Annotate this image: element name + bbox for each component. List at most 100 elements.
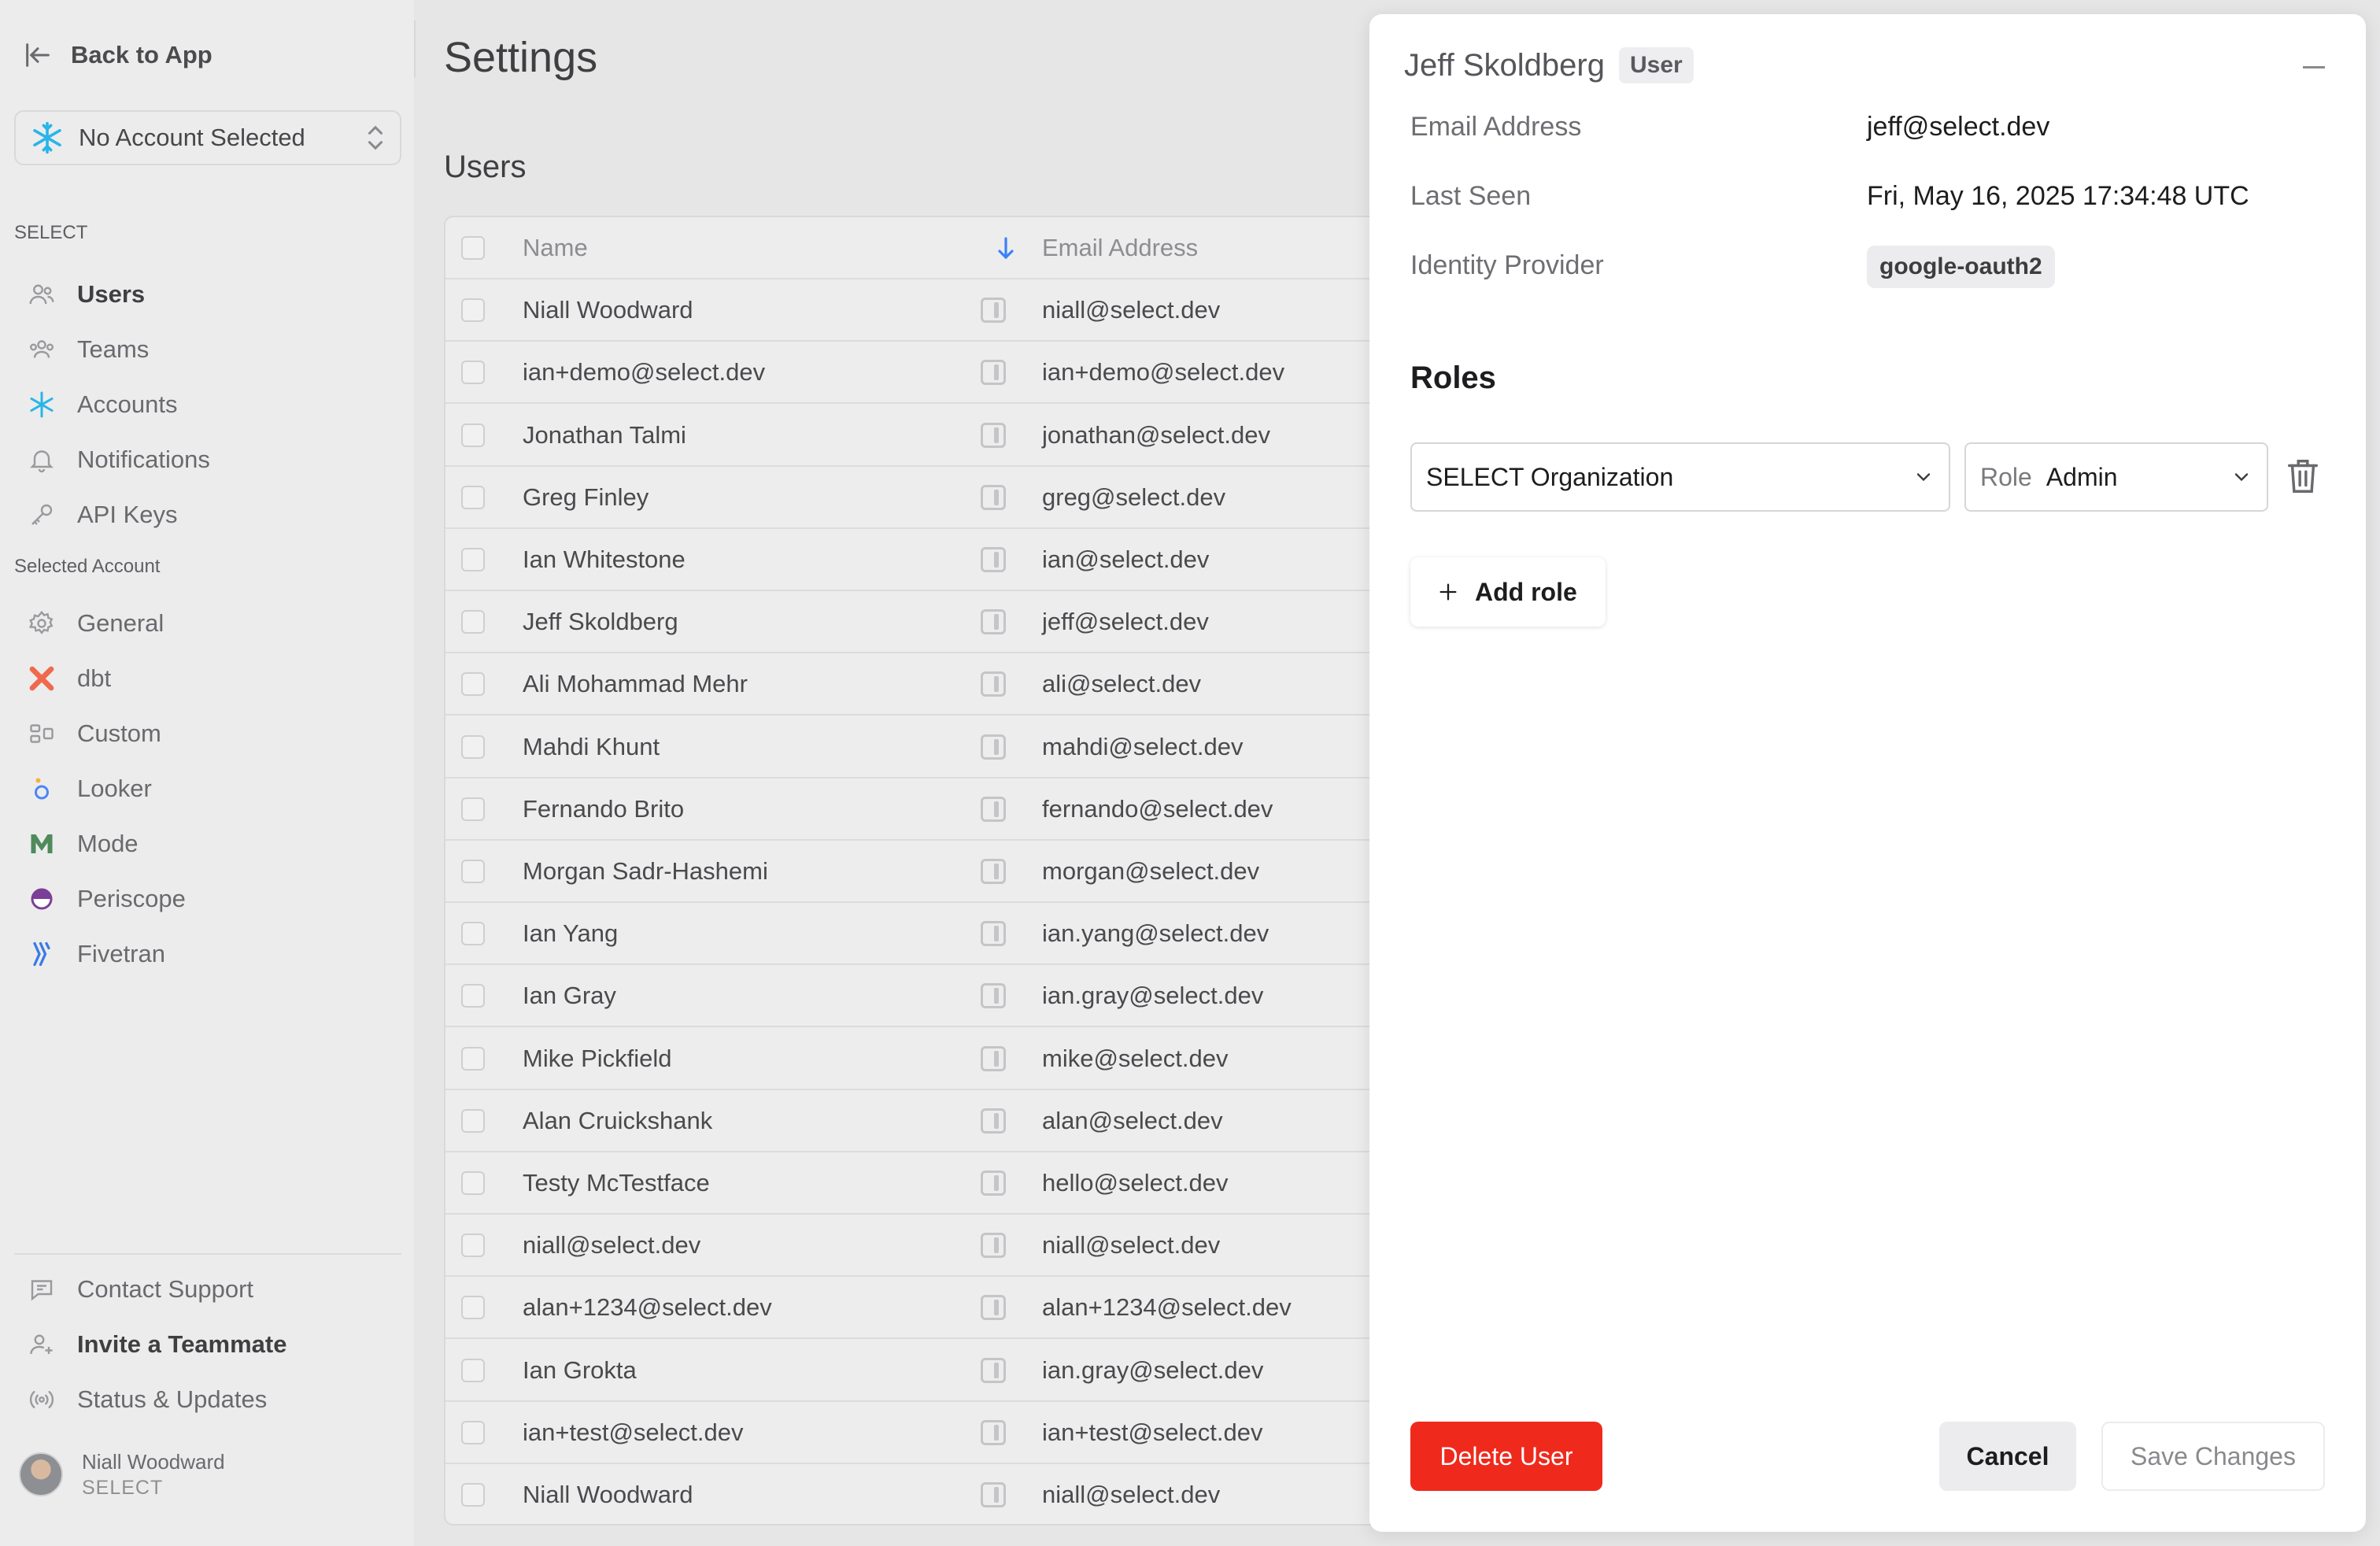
email-label: Email Address [1410, 112, 1582, 142]
sidebar-item-custom[interactable]: Custom [27, 712, 161, 756]
row-checkbox[interactable] [461, 921, 485, 945]
save-changes-button[interactable]: Save Changes [2101, 1422, 2325, 1491]
table-row[interactable]: Mike Pickfield mike@select.dev [445, 1028, 1387, 1090]
delete-user-button[interactable]: Delete User [1410, 1422, 1602, 1491]
column-header-name[interactable]: Name [523, 234, 588, 262]
minimize-icon[interactable] [2303, 66, 2325, 68]
row-checkbox[interactable] [461, 1171, 485, 1195]
table-row[interactable]: Alan Cruickshank alan@select.dev [445, 1090, 1387, 1152]
row-checkbox[interactable] [461, 1233, 485, 1257]
row-checkbox[interactable] [461, 609, 485, 634]
table-row[interactable]: ian+test@select.dev ian+test@select.dev [445, 1402, 1387, 1464]
open-panel-icon[interactable] [981, 858, 1006, 884]
open-panel-icon[interactable] [981, 671, 1006, 697]
select-all-checkbox[interactable] [461, 235, 485, 260]
user-email-cell: ali@select.dev [1042, 669, 1202, 697]
snowflake-icon [33, 121, 61, 154]
role-select[interactable]: Role Admin [1964, 442, 2268, 512]
open-panel-icon[interactable] [981, 1232, 1006, 1258]
row-checkbox[interactable] [461, 859, 485, 883]
row-checkbox[interactable] [461, 1358, 485, 1382]
open-panel-icon[interactable] [981, 1045, 1006, 1071]
open-panel-icon[interactable] [981, 359, 1006, 385]
looker-icon [27, 774, 57, 804]
account-select[interactable]: No Account Selected [14, 110, 401, 165]
open-panel-icon[interactable] [981, 297, 1006, 323]
open-panel-icon[interactable] [981, 608, 1006, 634]
table-row[interactable]: Morgan Sadr-Hashemi morgan@select.dev [445, 841, 1387, 903]
add-role-button[interactable]: Add role [1410, 557, 1606, 627]
sidebar-item-dbt[interactable]: dbt [27, 656, 111, 701]
current-user-menu[interactable]: Niall Woodward SELECT [19, 1448, 225, 1500]
open-panel-icon[interactable] [981, 1294, 1006, 1320]
row-checkbox[interactable] [461, 423, 485, 447]
sidebar-item-label: Users [77, 280, 146, 308]
table-row[interactable]: Niall Woodward niall@select.dev [445, 279, 1387, 342]
open-panel-icon[interactable] [981, 1170, 1006, 1196]
row-checkbox[interactable] [461, 1108, 485, 1133]
open-panel-icon[interactable] [981, 422, 1006, 448]
user-email-cell: ian.gray@select.dev [1042, 1356, 1264, 1384]
table-row[interactable]: Ian Yang ian.yang@select.dev [445, 903, 1387, 965]
open-panel-icon[interactable] [981, 1108, 1006, 1134]
open-panel-icon[interactable] [981, 484, 1006, 510]
open-panel-icon[interactable] [981, 1357, 1006, 1383]
open-panel-icon[interactable] [981, 1481, 1006, 1507]
row-checkbox[interactable] [461, 671, 485, 696]
table-row[interactable]: niall@select.dev niall@select.dev [445, 1215, 1387, 1277]
sidebar-item-api-keys[interactable]: API Keys [27, 493, 178, 537]
open-panel-icon[interactable] [981, 546, 1006, 572]
row-checkbox[interactable] [461, 1482, 485, 1507]
organization-select[interactable]: SELECT Organization [1410, 442, 1950, 512]
sidebar-item-contact-support[interactable]: Contact Support [27, 1267, 253, 1311]
table-row[interactable]: Ali Mohammad Mehr ali@select.dev [445, 653, 1387, 716]
open-panel-icon[interactable] [981, 796, 1006, 822]
row-checkbox[interactable] [461, 298, 485, 322]
row-checkbox[interactable] [461, 360, 485, 384]
table-row[interactable]: Jeff Skoldberg jeff@select.dev [445, 591, 1387, 653]
open-panel-icon[interactable] [981, 982, 1006, 1008]
row-checkbox[interactable] [461, 1295, 485, 1319]
sidebar-item-general[interactable]: General [27, 601, 164, 645]
table-row[interactable]: Jonathan Talmi jonathan@select.dev [445, 405, 1387, 467]
sidebar-item-looker[interactable]: Looker [27, 767, 152, 811]
user-name-cell: Jeff Skoldberg [523, 607, 678, 635]
table-row[interactable]: Ian Whitestone ian@select.dev [445, 529, 1387, 591]
cancel-button[interactable]: Cancel [1939, 1422, 2076, 1491]
sidebar-item-teams[interactable]: Teams [27, 327, 149, 372]
table-row[interactable]: Mahdi Khunt mahdi@select.dev [445, 716, 1387, 779]
row-checkbox[interactable] [461, 1420, 485, 1444]
user-email-cell: ian.gray@select.dev [1042, 981, 1264, 1009]
trash-icon[interactable] [2286, 457, 2320, 496]
open-panel-icon[interactable] [981, 920, 1006, 946]
row-checkbox[interactable] [461, 547, 485, 571]
sidebar-item-users[interactable]: Users [27, 272, 145, 316]
row-checkbox[interactable] [461, 983, 485, 1008]
table-row[interactable]: ian+demo@select.dev ian+demo@select.dev [445, 342, 1387, 404]
row-checkbox[interactable] [461, 734, 485, 759]
custom-icon [27, 719, 57, 749]
sort-arrow-down-icon[interactable] [995, 235, 1017, 261]
sidebar-item-fivetran[interactable]: Fivetran [27, 932, 165, 976]
table-row[interactable]: Niall Woodward niall@select.dev [445, 1464, 1387, 1524]
table-row[interactable]: Ian Gray ian.gray@select.dev [445, 965, 1387, 1027]
table-row[interactable]: alan+1234@select.dev alan+1234@select.dev [445, 1277, 1387, 1339]
sidebar-item-mode[interactable]: Mode [27, 822, 139, 866]
bell-icon [27, 445, 57, 475]
sidebar-item-accounts[interactable]: Accounts [27, 383, 178, 427]
sidebar-item-invite-teammate[interactable]: Invite a Teammate [27, 1322, 286, 1367]
sidebar-item-periscope[interactable]: Periscope [27, 877, 186, 921]
row-checkbox[interactable] [461, 797, 485, 821]
table-row[interactable]: Greg Finley greg@select.dev [445, 467, 1387, 529]
open-panel-icon[interactable] [981, 1419, 1006, 1445]
column-header-email[interactable]: Email Address [1042, 234, 1198, 262]
row-checkbox[interactable] [461, 1046, 485, 1071]
table-row[interactable]: Fernando Brito fernando@select.dev [445, 779, 1387, 841]
sidebar-item-status-updates[interactable]: Status & Updates [27, 1378, 267, 1422]
table-row[interactable]: Testy McTestface hello@select.dev [445, 1152, 1387, 1215]
table-row[interactable]: Ian Grokta ian.gray@select.dev [445, 1340, 1387, 1402]
sidebar-item-notifications[interactable]: Notifications [27, 438, 210, 482]
open-panel-icon[interactable] [981, 734, 1006, 760]
row-checkbox[interactable] [461, 485, 485, 509]
back-to-app-link[interactable]: Back to App [22, 35, 213, 76]
